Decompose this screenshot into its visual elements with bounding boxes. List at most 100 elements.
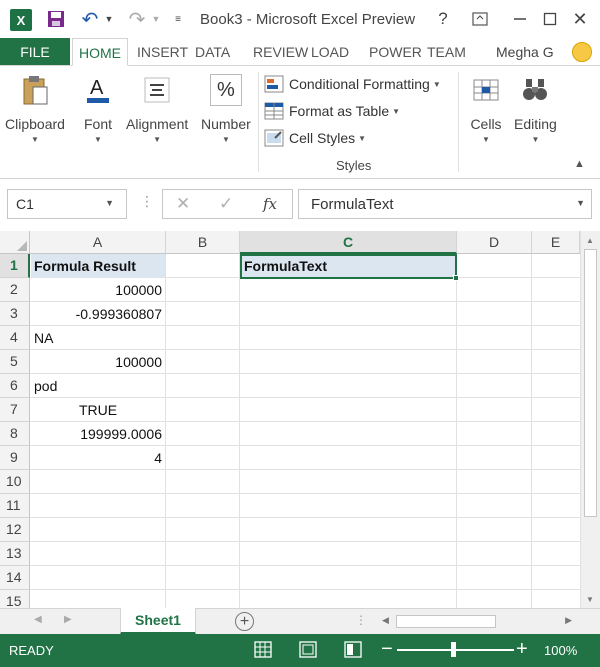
cell-a6[interactable]: pod (31, 374, 165, 398)
editing-button[interactable]: Editing ▼ (514, 72, 557, 144)
conditional-formatting-button[interactable]: Conditional Formatting ▼ (264, 73, 441, 95)
horizontal-scroll-thumb[interactable] (396, 615, 496, 628)
formula-input[interactable]: FormulaText ▼ (298, 189, 592, 219)
format-as-table-icon (264, 102, 284, 120)
row-header-12[interactable]: 12 (0, 518, 30, 542)
number-button[interactable]: % Number ▼ (201, 72, 251, 144)
chevron-down-icon[interactable]: ▼ (105, 198, 114, 208)
row-header-5[interactable]: 5 (0, 350, 30, 374)
add-sheet-button[interactable]: + (235, 612, 254, 631)
row-header-3[interactable]: 3 (0, 302, 30, 326)
maximize-button[interactable] (540, 9, 560, 29)
formula-bar-splitter-icon[interactable]: ⋮ (140, 193, 154, 210)
page-layout-view-icon[interactable] (299, 641, 317, 658)
save-icon[interactable] (46, 9, 66, 29)
name-box[interactable]: C1 ▼ (7, 189, 127, 219)
row-header-13[interactable]: 13 (0, 542, 30, 566)
cell-a1[interactable]: Formula Result (31, 254, 165, 278)
cell-a4[interactable]: NA (31, 326, 165, 350)
undo-icon[interactable]: ↶ (80, 9, 100, 31)
feedback-smiley-icon[interactable] (572, 42, 592, 62)
zoom-out-button[interactable]: − (381, 638, 393, 661)
column-header-a[interactable]: A (30, 231, 166, 254)
row-header-9[interactable]: 9 (0, 446, 30, 470)
scroll-down-icon[interactable]: ▼ (586, 595, 594, 604)
row-header-6[interactable]: 6 (0, 374, 30, 398)
font-button[interactable]: A Font ▼ (80, 72, 116, 144)
tab-data[interactable]: DATA (195, 38, 230, 66)
row-header-10[interactable]: 10 (0, 470, 30, 494)
column-header-c[interactable]: C (240, 231, 457, 254)
row-header-11[interactable]: 11 (0, 494, 30, 518)
cell-a3[interactable]: -0.999360807 (31, 302, 165, 326)
tab-power[interactable]: POWER (369, 38, 422, 66)
zoom-level[interactable]: 100% (544, 643, 577, 658)
close-button[interactable]: ✕ (570, 9, 590, 29)
expand-formula-bar-icon[interactable]: ▼ (576, 198, 585, 208)
minimize-button[interactable] (510, 9, 530, 29)
tab-home[interactable]: HOME (72, 38, 128, 66)
cell-a7[interactable]: TRUE (31, 398, 165, 422)
editing-label: Editing (514, 116, 557, 132)
grid-line (30, 541, 580, 542)
customize-toolbar-icon[interactable]: ≡ (172, 9, 184, 29)
row-header-7[interactable]: 7 (0, 398, 30, 422)
row-header-15[interactable]: 15 (0, 590, 30, 608)
column-header-e[interactable]: E (532, 231, 580, 254)
grid-line (165, 254, 166, 608)
cell-c1[interactable]: FormulaText (241, 254, 455, 278)
chevron-down-icon: ▼ (358, 133, 367, 143)
scroll-right-icon[interactable]: ▶ (565, 615, 572, 626)
font-icon: A (80, 72, 116, 108)
insert-function-button[interactable]: fx (263, 195, 277, 213)
zoom-in-button[interactable]: + (516, 638, 528, 661)
scroll-left-icon[interactable]: ◀ (382, 615, 389, 626)
horizontal-scrollbar[interactable]: ◀ ▶ (378, 613, 576, 630)
row-header-4[interactable]: 4 (0, 326, 30, 350)
next-sheet-icon[interactable]: ▶ (64, 614, 72, 625)
format-as-table-button[interactable]: Format as Table ▼ (264, 100, 400, 122)
help-button[interactable]: ? (434, 9, 452, 29)
cell-a2[interactable]: 100000 (31, 278, 165, 302)
ribbon-display-options-icon[interactable] (470, 9, 490, 29)
alignment-button[interactable]: Alignment ▼ (126, 72, 188, 144)
cell-styles-button[interactable]: Cell Styles ▼ (264, 127, 366, 149)
undo-dropdown-icon[interactable]: ▼ (104, 9, 114, 29)
tab-load[interactable]: LOAD (311, 38, 349, 66)
cell-a8[interactable]: 199999.0006 (31, 422, 165, 446)
cell-a5[interactable]: 100000 (31, 350, 165, 374)
tab-team[interactable]: TEAM (427, 38, 466, 66)
spreadsheet-grid[interactable]: A B C D E 1 2 3 4 5 6 7 8 9 10 11 12 13 … (0, 231, 580, 608)
row-header-1[interactable]: 1 (0, 254, 30, 278)
normal-view-icon[interactable] (254, 641, 272, 658)
prev-sheet-icon[interactable]: ◀ (34, 614, 42, 625)
tab-file[interactable]: FILE (0, 38, 70, 66)
fill-handle[interactable] (453, 275, 459, 281)
column-header-d[interactable]: D (457, 231, 532, 254)
zoom-slider-thumb[interactable] (451, 642, 456, 657)
status-bar: READY − + 100% (0, 634, 600, 667)
cells-button[interactable]: Cells ▼ (468, 72, 504, 144)
account-name[interactable]: Megha G (496, 38, 560, 66)
row-header-2[interactable]: 2 (0, 278, 30, 302)
row-header-14[interactable]: 14 (0, 566, 30, 590)
row-header-8[interactable]: 8 (0, 422, 30, 446)
sheet-tab-sheet1[interactable]: Sheet1 (120, 608, 196, 635)
tab-splitter-icon[interactable]: ⋮ (355, 613, 367, 627)
vertical-scrollbar[interactable]: ▲ ▼ (580, 231, 600, 608)
scroll-up-icon[interactable]: ▲ (586, 236, 594, 245)
vertical-scroll-thumb[interactable] (584, 249, 597, 517)
tab-insert[interactable]: INSERT (137, 38, 188, 66)
cells-label: Cells (470, 116, 502, 132)
chevron-down-icon: ▼ (94, 135, 102, 144)
clipboard-button[interactable]: Clipboard ▼ (5, 72, 65, 144)
sheet-tabs-bar: ◀ ▶ Sheet1 + ⋮ ◀ ▶ (0, 608, 600, 635)
select-all-button[interactable] (0, 231, 30, 254)
page-break-view-icon[interactable] (344, 641, 362, 658)
collapse-ribbon-icon[interactable]: ▲ (574, 158, 585, 170)
cell-a9[interactable]: 4 (31, 446, 165, 470)
tab-review[interactable]: REVIEW (253, 38, 308, 66)
grid-line (239, 254, 240, 608)
format-as-table-label: Format as Table (289, 103, 390, 119)
column-header-b[interactable]: B (166, 231, 240, 254)
